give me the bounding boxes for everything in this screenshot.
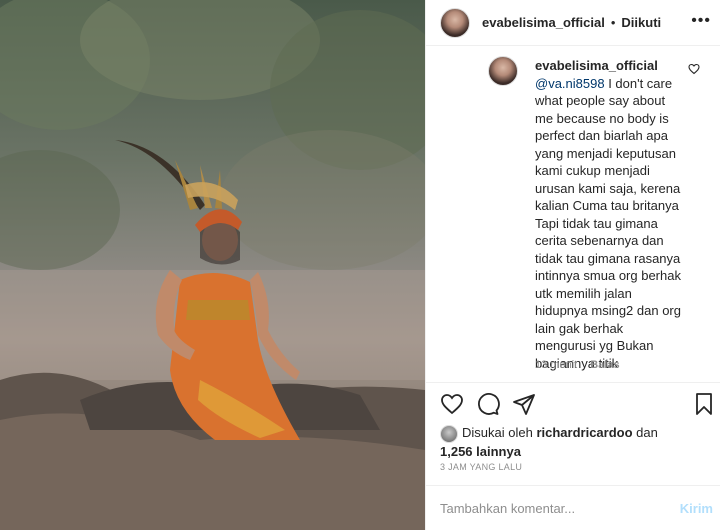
comment-meta: 13 menit Balas — [535, 359, 620, 371]
more-horizontal-icon[interactable]: ••• — [691, 12, 711, 30]
post-actions — [440, 392, 712, 418]
comment-avatar[interactable] — [488, 56, 518, 86]
post-timestamp[interactable]: 3 JAM YANG LALU — [440, 462, 522, 472]
like-heart-icon[interactable] — [440, 392, 464, 416]
likes-others-count[interactable]: 1,256 lainnya — [440, 444, 521, 459]
comment-mention[interactable]: @va.ni8598 — [535, 76, 605, 91]
comment-like-heart-icon[interactable] — [688, 63, 700, 75]
comment-time: 13 menit — [535, 359, 578, 371]
send-comment-button[interactable]: Kirim — [680, 501, 713, 516]
header-separator: • — [610, 15, 616, 30]
comment-username[interactable]: evabelisima_official — [535, 57, 685, 75]
author-username[interactable]: evabelisima_official — [482, 15, 605, 30]
comment-text: I don't care what people say about me be… — [535, 75, 681, 371]
liker-avatar[interactable] — [440, 424, 458, 443]
comment-body: evabelisima_official @va.ni8598 I don't c… — [535, 57, 685, 372]
comment-bubble-icon[interactable] — [476, 392, 500, 416]
photo-scene — [0, 0, 425, 530]
liker-username[interactable]: richardricardoo — [536, 425, 632, 440]
likes-connector: dan — [636, 425, 658, 440]
add-comment-input[interactable] — [440, 500, 670, 516]
author-avatar[interactable] — [440, 7, 470, 38]
actions-divider — [426, 382, 720, 383]
likes-prefix: Disukai oleh — [462, 425, 533, 440]
add-comment-bar: Kirim — [426, 485, 720, 530]
post-side-panel: evabelisima_official • Diikuti ••• evabe… — [425, 0, 720, 530]
post-header: evabelisima_official • Diikuti ••• — [426, 0, 720, 46]
reply-button[interactable]: Balas — [590, 359, 619, 371]
likes-summary: Disukai oleh richardricardoo dan 1,256 l… — [440, 424, 710, 460]
save-bookmark-icon[interactable] — [692, 392, 716, 416]
follow-status-button[interactable]: Diikuti — [621, 15, 661, 30]
share-paper-plane-icon[interactable] — [512, 392, 536, 416]
post-photo[interactable] — [0, 0, 425, 530]
